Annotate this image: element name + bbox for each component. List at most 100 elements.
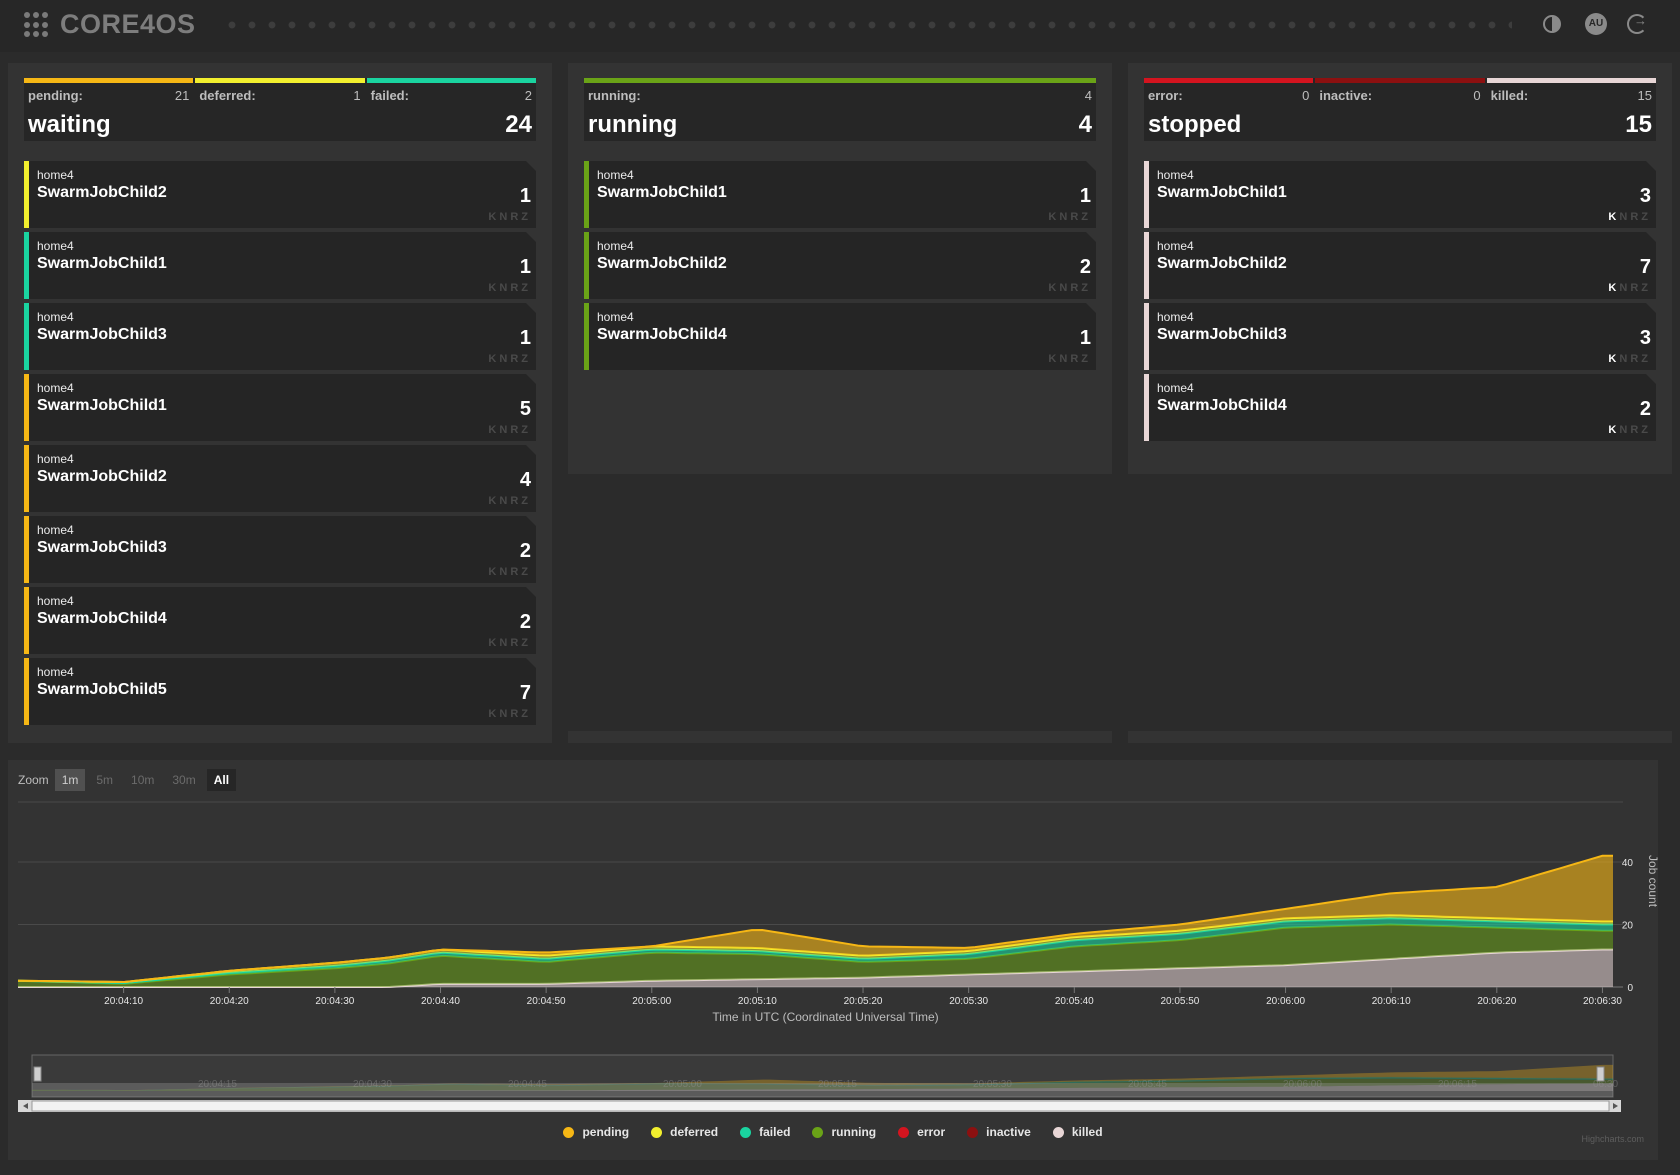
flag-r-button[interactable]: R [510,353,521,365]
job-card[interactable]: home4 SwarmJobChild3 2 KNRZ [24,516,536,583]
flag-z-button[interactable]: Z [521,211,531,223]
flag-z-button[interactable]: Z [1641,211,1651,223]
flag-n-button[interactable]: N [1619,282,1630,294]
flag-z-button[interactable]: Z [521,495,531,507]
flag-n-button[interactable]: N [499,637,510,649]
flag-n-button[interactable]: N [1619,211,1630,223]
flag-z-button[interactable]: Z [521,708,531,720]
flag-z-button[interactable]: Z [1641,282,1651,294]
flag-r-button[interactable]: R [1630,282,1641,294]
substatus-running[interactable]: running: 4 [584,78,1096,104]
flag-z-button[interactable]: Z [1081,282,1091,294]
flag-r-button[interactable]: R [1070,353,1081,365]
flag-k-button[interactable]: K [1608,282,1619,294]
job-card[interactable]: home4 SwarmJobChild2 7 KNRZ [1144,232,1656,299]
flag-n-button[interactable]: N [1059,353,1070,365]
flag-k-button[interactable]: K [1048,353,1059,365]
flag-k-button[interactable]: K [488,282,499,294]
flag-n-button[interactable]: N [1619,353,1630,365]
legend-item-killed[interactable]: killed [1052,1125,1103,1139]
flag-k-button[interactable]: K [1608,353,1619,365]
flag-z-button[interactable]: Z [1081,211,1091,223]
flag-k-button[interactable]: K [488,566,499,578]
flag-z-button[interactable]: Z [521,353,531,365]
job-card[interactable]: home4 SwarmJobChild4 1 KNRZ [584,303,1096,370]
flag-r-button[interactable]: R [510,282,521,294]
flag-k-button[interactable]: K [1608,211,1619,223]
logo[interactable]: CORE4OS [60,9,196,40]
substatus-pending[interactable]: pending: 21 [24,78,194,104]
legend-item-running[interactable]: running [812,1125,876,1139]
substatus-killed[interactable]: killed: 15 [1486,78,1656,104]
navigator-handle-right[interactable] [1596,1066,1605,1082]
flag-n-button[interactable]: N [499,211,510,223]
flag-k-button[interactable]: K [488,211,499,223]
substatus-deferred[interactable]: deferred: 1 [195,78,365,104]
legend-item-pending[interactable]: pending [563,1125,629,1139]
legend-item-failed[interactable]: failed [740,1125,790,1139]
flag-z-button[interactable]: Z [521,637,531,649]
flag-r-button[interactable]: R [1630,353,1641,365]
logout-icon[interactable] [1627,13,1647,34]
flag-r-button[interactable]: R [510,637,521,649]
job-card[interactable]: home4 SwarmJobChild2 1 KNRZ [24,161,536,228]
job-card[interactable]: home4 SwarmJobChild2 4 KNRZ [24,445,536,512]
flag-k-button[interactable]: K [1048,282,1059,294]
flag-k-button[interactable]: K [1608,424,1619,436]
app-grid-icon[interactable] [24,12,50,38]
flag-k-button[interactable]: K [488,495,499,507]
flag-r-button[interactable]: R [510,566,521,578]
flag-n-button[interactable]: N [499,495,510,507]
stopped-summary[interactable]: error: 0 inactive: 0 killed: 15 stopped 15 [1144,78,1656,141]
flag-n-button[interactable]: N [499,708,510,720]
flag-r-button[interactable]: R [1630,424,1641,436]
job-card[interactable]: home4 SwarmJobChild2 2 KNRZ [584,232,1096,299]
flag-n-button[interactable]: N [499,566,510,578]
legend-item-inactive[interactable]: inactive [967,1125,1031,1139]
running-summary[interactable]: running: 4 running 4 [584,78,1096,141]
flag-k-button[interactable]: K [488,708,499,720]
flag-n-button[interactable]: N [1059,282,1070,294]
substatus-failed[interactable]: failed: 2 [366,78,536,104]
job-card[interactable]: home4 SwarmJobChild3 1 KNRZ [24,303,536,370]
chart-plot[interactable]: 0 20 40 20:04:10 20:04:20 20:04:30 20:04:40 20:… [8,760,1658,1160]
job-card[interactable]: home4 SwarmJobChild1 3 KNRZ [1144,161,1656,228]
flag-r-button[interactable]: R [1630,211,1641,223]
flag-r-button[interactable]: R [510,495,521,507]
flag-n-button[interactable]: N [1059,211,1070,223]
waiting-summary[interactable]: pending: 21 deferred: 1 failed: 2 waiting 24 [24,78,536,141]
flag-r-button[interactable]: R [1070,282,1081,294]
job-card[interactable]: home4 SwarmJobChild4 2 KNRZ [1144,374,1656,441]
flag-n-button[interactable]: N [499,424,510,436]
flag-z-button[interactable]: Z [1641,424,1651,436]
navigator-scrollbar-thumb[interactable] [31,1100,1610,1112]
contrast-icon[interactable] [1543,15,1561,33]
flag-r-button[interactable]: R [510,708,521,720]
flag-k-button[interactable]: K [1048,211,1059,223]
flag-z-button[interactable]: Z [521,566,531,578]
flag-k-button[interactable]: K [488,424,499,436]
job-card[interactable]: home4 SwarmJobChild5 7 KNRZ [24,658,536,725]
job-card[interactable]: home4 SwarmJobChild1 1 KNRZ [24,232,536,299]
job-card[interactable]: home4 SwarmJobChild1 5 KNRZ [24,374,536,441]
legend-item-deferred[interactable]: deferred [651,1125,718,1139]
substatus-error[interactable]: error: 0 [1144,78,1314,104]
flag-z-button[interactable]: Z [1081,353,1091,365]
job-card[interactable]: home4 SwarmJobChild4 2 KNRZ [24,587,536,654]
flag-n-button[interactable]: N [499,353,510,365]
flag-k-button[interactable]: K [488,637,499,649]
flag-r-button[interactable]: R [510,211,521,223]
job-card[interactable]: home4 SwarmJobChild3 3 KNRZ [1144,303,1656,370]
substatus-inactive[interactable]: inactive: 0 [1315,78,1485,104]
flag-k-button[interactable]: K [488,353,499,365]
flag-z-button[interactable]: Z [1641,353,1651,365]
legend-item-error[interactable]: error [898,1125,945,1139]
flag-n-button[interactable]: N [1619,424,1630,436]
flag-r-button[interactable]: R [510,424,521,436]
flag-r-button[interactable]: R [1070,211,1081,223]
avatar[interactable]: AU [1585,13,1607,35]
flag-z-button[interactable]: Z [521,424,531,436]
flag-n-button[interactable]: N [499,282,510,294]
job-card[interactable]: home4 SwarmJobChild1 1 KNRZ [584,161,1096,228]
flag-z-button[interactable]: Z [521,282,531,294]
